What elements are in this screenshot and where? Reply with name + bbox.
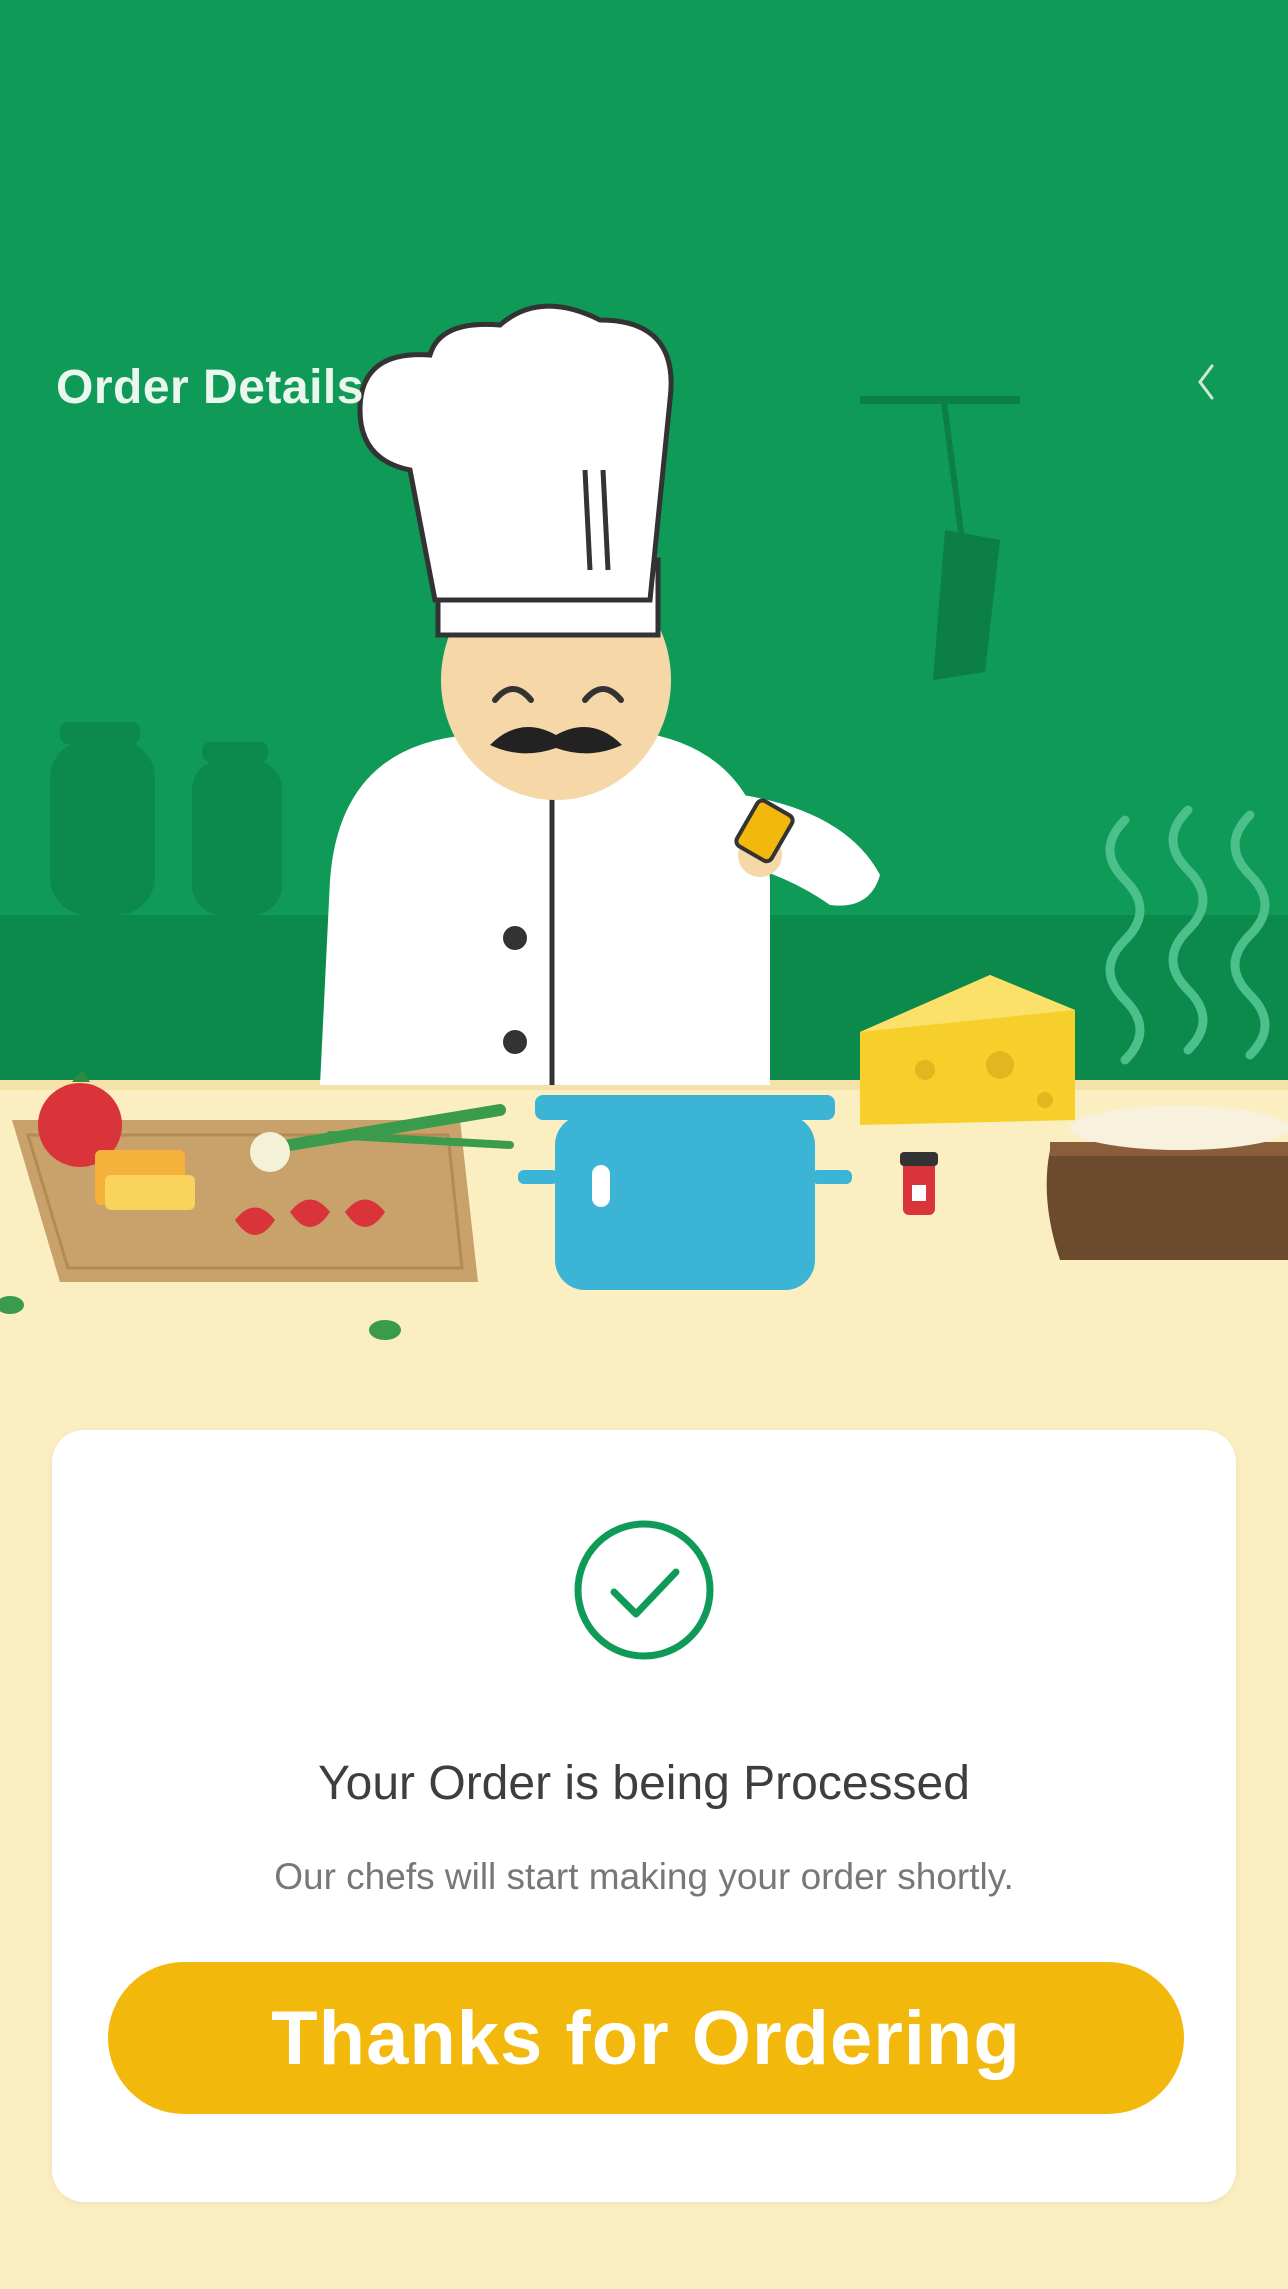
check-circle-icon xyxy=(574,1520,714,1660)
thanks-button-label: Thanks for Ordering xyxy=(271,1995,1021,2081)
bottom-background xyxy=(0,2210,1288,2289)
status-title: Your Order is being Processed xyxy=(318,1757,970,1810)
chevron-left-icon[interactable] xyxy=(1196,362,1216,402)
chef-cooking-illustration xyxy=(0,150,1288,1400)
status-subtitle: Our chefs will start making your order s… xyxy=(274,1856,1014,1897)
thanks-for-ordering-button[interactable]: Thanks for Ordering xyxy=(108,1962,1184,2114)
top-bar xyxy=(0,0,1288,150)
page-title: Order Details xyxy=(56,361,364,414)
order-details-screen: Order Details Your Order is being Proces… xyxy=(0,0,1288,2289)
header: Order Details xyxy=(0,150,1288,414)
